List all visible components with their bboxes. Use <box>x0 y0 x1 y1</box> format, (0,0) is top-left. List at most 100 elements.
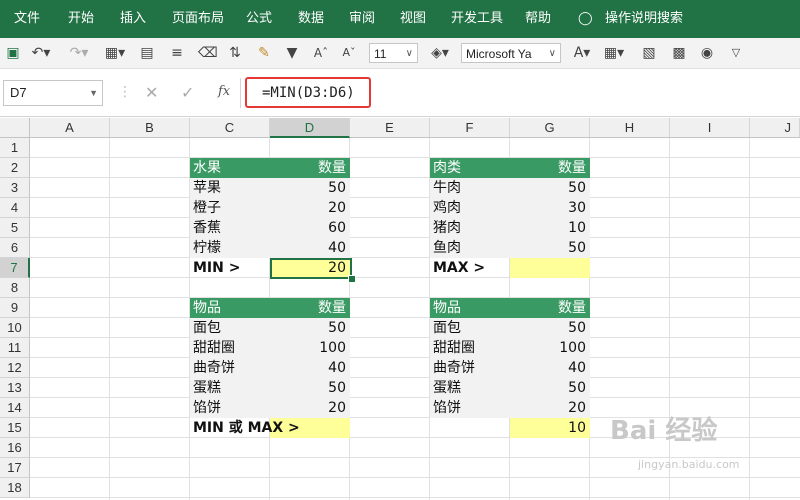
row-header-1[interactable]: 1 <box>0 138 30 158</box>
format-cells-icon[interactable]: ▩ <box>670 38 688 68</box>
camera-icon[interactable]: ◉ <box>698 38 716 68</box>
table-cell[interactable]: 50 <box>510 378 590 398</box>
tab-data[interactable]: 数据 <box>298 0 324 38</box>
borders-icon[interactable]: ▦▾ <box>104 38 126 68</box>
table-cell[interactable]: 40 <box>270 238 350 258</box>
row-header-13[interactable]: 13 <box>0 378 30 398</box>
table-cell[interactable]: 蛋糕 <box>190 378 270 398</box>
filter-icon[interactable]: ▼ <box>283 38 301 68</box>
row-header-16[interactable]: 16 <box>0 438 30 458</box>
table-cell[interactable]: 50 <box>270 318 350 338</box>
tab-file[interactable]: 文件 <box>14 0 40 38</box>
table-cell[interactable]: 香蕉 <box>190 218 270 238</box>
select-all-corner[interactable] <box>0 118 30 138</box>
table-cell[interactable]: 50 <box>510 238 590 258</box>
table-header-cell[interactable]: 数量 <box>270 298 350 318</box>
result-label-cell[interactable]: MAX > <box>430 258 510 278</box>
tab-view[interactable]: 视图 <box>400 0 426 38</box>
drag-handle-icon[interactable]: ⋮ <box>118 84 132 100</box>
table-cell[interactable]: 30 <box>510 198 590 218</box>
row-header-2[interactable]: 2 <box>0 158 30 178</box>
column-header-c[interactable]: C <box>190 118 270 138</box>
result-value-cell[interactable]: 10 <box>510 418 590 438</box>
table-icon[interactable]: ▧ <box>640 38 658 68</box>
table-cell[interactable]: 100 <box>270 338 350 358</box>
enter-icon[interactable]: ✓ <box>181 83 194 102</box>
column-header-e[interactable]: E <box>350 118 430 138</box>
table-cell[interactable]: 20 <box>270 198 350 218</box>
column-header-j[interactable]: J <box>750 118 800 138</box>
result-value-cell[interactable] <box>510 258 590 278</box>
column-header-h[interactable]: H <box>590 118 670 138</box>
table-cell[interactable]: 柠檬 <box>190 238 270 258</box>
table-header-cell[interactable]: 数量 <box>510 298 590 318</box>
column-header-g[interactable]: G <box>510 118 590 138</box>
table-cell[interactable]: 苹果 <box>190 178 270 198</box>
table-cell[interactable]: 牛肉 <box>430 178 510 198</box>
table-cell[interactable]: 10 <box>510 218 590 238</box>
table-cell[interactable]: 鸡肉 <box>430 198 510 218</box>
column-header-a[interactable]: A <box>30 118 110 138</box>
table-cell[interactable]: 馅饼 <box>430 398 510 418</box>
row-header-12[interactable]: 12 <box>0 358 30 378</box>
insert-function-icon[interactable]: fx <box>218 84 230 99</box>
table-cell[interactable]: 60 <box>270 218 350 238</box>
table-cell[interactable]: 20 <box>270 398 350 418</box>
table-cell[interactable]: 40 <box>510 358 590 378</box>
font-size-select[interactable]: 11 ∨ <box>369 43 418 63</box>
row-header-6[interactable]: 6 <box>0 238 30 258</box>
row-header-14[interactable]: 14 <box>0 398 30 418</box>
row-header-8[interactable]: 8 <box>0 278 30 298</box>
tab-insert[interactable]: 插入 <box>120 0 146 38</box>
row-header-7[interactable]: 7 <box>0 258 30 278</box>
table-cell[interactable]: 鱼肉 <box>430 238 510 258</box>
tab-help[interactable]: 帮助 <box>525 0 551 38</box>
table-cell[interactable]: 曲奇饼 <box>190 358 270 378</box>
row-header-4[interactable]: 4 <box>0 198 30 218</box>
table-cell[interactable]: 甜甜圈 <box>430 338 510 358</box>
table-cell[interactable]: 橙子 <box>190 198 270 218</box>
column-header-b[interactable]: B <box>110 118 190 138</box>
undo-icon[interactable]: ↶▾ <box>30 38 52 68</box>
tab-formulas[interactable]: 公式 <box>246 0 272 38</box>
row-header-9[interactable]: 9 <box>0 298 30 318</box>
result-label-cell[interactable]: MIN 或 MAX > <box>190 418 330 438</box>
table-header-cell[interactable]: 数量 <box>270 158 350 178</box>
table-cell[interactable]: 曲奇饼 <box>430 358 510 378</box>
paint-icon[interactable]: ✎ <box>255 38 273 68</box>
row-header-15[interactable]: 15 <box>0 418 30 438</box>
table-cell[interactable]: 20 <box>510 398 590 418</box>
merge-icon[interactable]: ▤ <box>138 38 156 68</box>
table-cell[interactable]: 馅饼 <box>190 398 270 418</box>
format-icon[interactable]: ▦▾ <box>602 38 626 68</box>
fill-handle[interactable] <box>348 275 356 283</box>
tab-review[interactable]: 审阅 <box>349 0 375 38</box>
column-header-d[interactable]: D <box>270 118 350 138</box>
table-cell[interactable]: 面包 <box>190 318 270 338</box>
table-cell[interactable]: 猪肉 <box>430 218 510 238</box>
table-cell[interactable]: 50 <box>270 378 350 398</box>
clear-icon[interactable]: ⌫ <box>198 38 218 68</box>
row-header-3[interactable]: 3 <box>0 178 30 198</box>
table-cell[interactable]: 甜甜圈 <box>190 338 270 358</box>
more-icon[interactable]: ▽ <box>728 38 744 68</box>
table-header-cell[interactable]: 物品 <box>190 298 270 318</box>
redo-icon[interactable]: ↷▾ <box>68 38 90 68</box>
sort-icon[interactable]: ⇅ <box>226 38 244 68</box>
table-cell[interactable]: 40 <box>270 358 350 378</box>
row-header-10[interactable]: 10 <box>0 318 30 338</box>
column-header-f[interactable]: F <box>430 118 510 138</box>
tell-me-search[interactable]: 操作说明搜索 <box>605 0 683 38</box>
table-header-cell[interactable]: 肉类 <box>430 158 510 178</box>
row-header-17[interactable]: 17 <box>0 458 30 478</box>
align-icon[interactable]: ≡ <box>168 38 186 68</box>
save-icon[interactable]: ▣ <box>4 38 22 68</box>
table-cell[interactable]: 100 <box>510 338 590 358</box>
table-cell[interactable]: 面包 <box>430 318 510 338</box>
font-name-select[interactable]: Microsoft Ya ∨ <box>461 43 561 63</box>
tab-page-layout[interactable]: 页面布局 <box>172 0 224 38</box>
font-shrink-icon[interactable]: Aˇ <box>340 38 358 68</box>
name-box[interactable]: D7 ▼ <box>3 80 103 106</box>
table-header-cell[interactable]: 数量 <box>510 158 590 178</box>
font-color-icon[interactable]: A▾ <box>570 38 594 68</box>
